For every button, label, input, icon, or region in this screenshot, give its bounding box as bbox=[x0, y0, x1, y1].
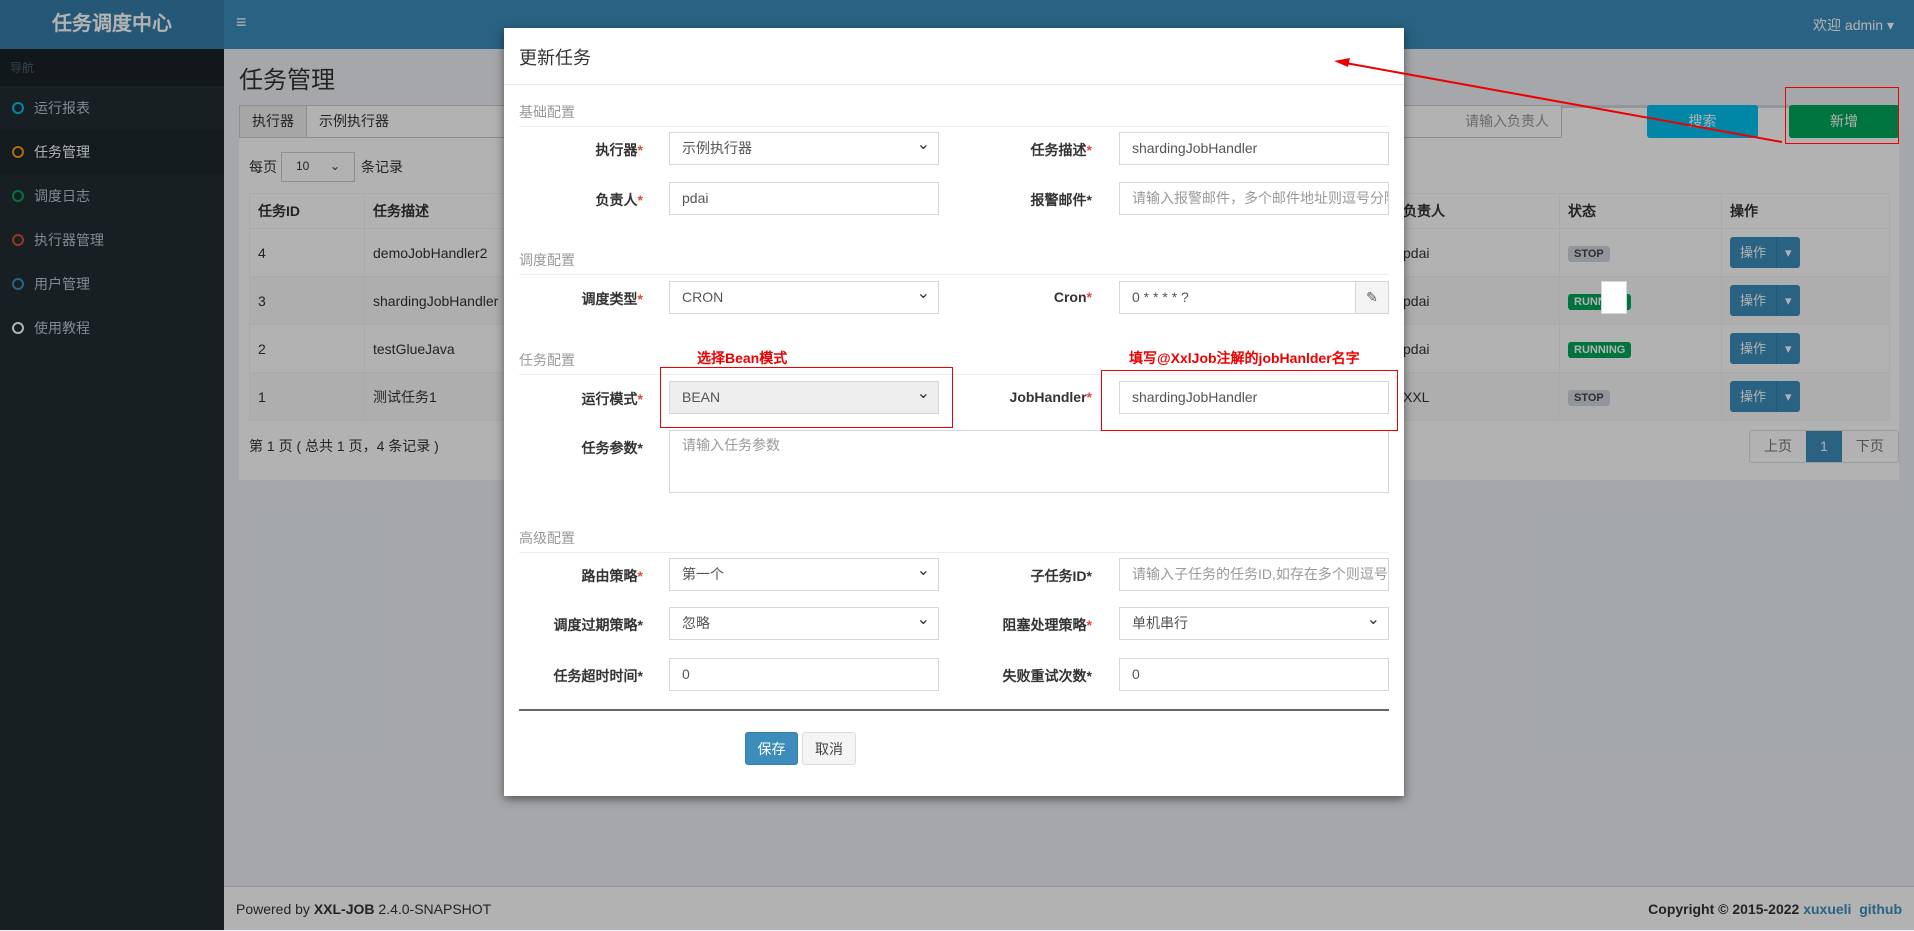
annotation-arrow bbox=[1334, 58, 1783, 143]
